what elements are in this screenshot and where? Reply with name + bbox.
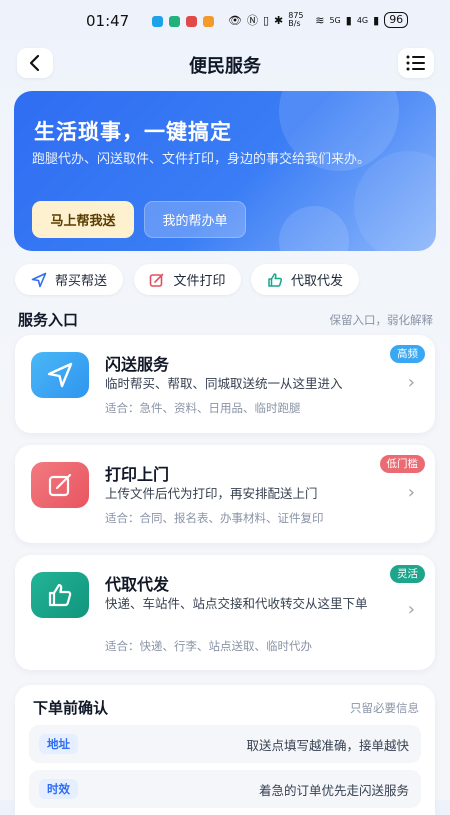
vibrate-icon: ▯	[262, 13, 270, 27]
card-title: 代取代发	[105, 575, 170, 594]
hero-title: 生活琐事，一键搞定	[34, 120, 232, 144]
chip-buy-deliver[interactable]: 帮买帮送	[15, 264, 123, 295]
confirm-row-timeliness: 时效 着急的订单优先走闪送服务	[29, 770, 421, 808]
my-orders-button[interactable]: 我的帮办单	[144, 201, 246, 238]
service-card-flash-delivery[interactable]: 闪送服务 临时帮买、帮取、同城取送统一从这里进入 适合：急件、资料、日用品、临时…	[15, 335, 435, 433]
badge-flexible: 灵活	[390, 565, 425, 583]
list-menu-icon	[406, 55, 425, 71]
chevron-right-icon: ›	[407, 482, 415, 503]
card-description: 快递、车站件、站点交接和代收转交从这里下单	[105, 596, 368, 611]
chevron-right-icon: ›	[407, 599, 415, 620]
eye-icon: 👁	[228, 13, 242, 27]
signal-icon: ▮	[373, 13, 380, 27]
chip-pickup-send[interactable]: 代取代发	[251, 264, 359, 295]
service-card-pickup-send[interactable]: 代取代发 快递、车站件、站点交接和代收转交从这里下单 适合：快递、行李、站点送取…	[15, 555, 435, 670]
card-description: 临时帮买、帮取、同城取送统一从这里进入	[105, 376, 343, 391]
nav-bar: 便民服务	[0, 44, 450, 86]
row-tag: 地址	[39, 734, 78, 754]
chip-print[interactable]: 文件打印	[134, 264, 241, 295]
status-bar: 01:47 👁 Ⓝ ▯ ✱ 875 B/s ≋ 5G ▮ 4G ▮ 96	[0, 0, 450, 44]
send-now-button[interactable]: 马上帮我送	[32, 201, 134, 238]
confirm-title: 下单前确认	[33, 699, 109, 717]
card-title: 闪送服务	[105, 355, 170, 374]
signal-2-label: 4G	[356, 15, 369, 25]
wifi-icon: ≋	[315, 13, 325, 27]
bluetooth-icon: ✱	[274, 13, 284, 27]
app-notification-icon	[169, 16, 180, 27]
row-text: 取送点填写越准确，接单越快	[246, 738, 409, 753]
thumb-up-icon	[268, 272, 283, 287]
edit-icon	[150, 273, 164, 287]
row-text: 着急的订单优先走闪送服务	[258, 783, 409, 798]
signal-icon: ▮	[345, 13, 352, 27]
card-icon-container	[31, 462, 89, 508]
nfc-icon: Ⓝ	[246, 14, 258, 27]
notification-icons	[152, 16, 214, 27]
chip-label: 文件打印	[173, 274, 226, 289]
card-title: 打印上门	[105, 465, 170, 484]
app-notification-icon	[203, 16, 214, 27]
row-tag: 时效	[39, 779, 78, 799]
battery-icon: 96	[384, 12, 409, 28]
chip-label: 代取代发	[290, 274, 343, 289]
hero-description: 跑腿代办、闪送取件、文件打印，身边的事交给我们来办。	[32, 152, 371, 167]
confirm-row-address: 地址 取送点填写越准确，接单越快	[29, 725, 421, 763]
badge-low-threshold: 低门槛	[379, 455, 425, 473]
net-speed: 875 B/s	[288, 11, 304, 28]
app-notification-icon	[186, 16, 197, 27]
send-icon	[31, 272, 47, 287]
card-meta: 适合：急件、资料、日用品、临时跑腿	[105, 401, 301, 415]
card-icon-container	[31, 352, 89, 398]
status-right: 👁 Ⓝ ▯ ✱ 875 B/s ≋ 5G ▮ 4G ▮ 96	[228, 11, 409, 28]
card-icon-container	[31, 572, 89, 618]
status-time: 01:47	[86, 12, 130, 30]
card-meta: 适合：快递、行李、站点送取、临时代办	[105, 639, 312, 653]
service-card-print-delivery[interactable]: 打印上门 上传文件后代为打印，再安排配送上门 适合：合同、报名表、办事材料、证件…	[15, 445, 435, 543]
page-title: 便民服务	[189, 56, 261, 77]
signal-1-label: 5G	[329, 15, 341, 25]
services-section-title: 服务入口	[18, 311, 79, 329]
card-meta: 适合：合同、报名表、办事材料、证件复印	[105, 511, 324, 525]
chip-label: 帮买帮送	[54, 274, 107, 289]
order-confirm-panel: 下单前确认 只留必要信息 地址 取送点填写越准确，接单越快 时效 着急的订单优先…	[15, 685, 435, 815]
chevron-right-icon: ›	[407, 372, 415, 393]
hero-banner: 生活琐事，一键搞定 跑腿代办、闪送取件、文件打印，身边的事交给我们来办。 马上帮…	[14, 91, 436, 251]
edit-icon	[48, 473, 72, 497]
thumb-up-icon	[48, 583, 72, 607]
confirm-hint: 只留必要信息	[350, 701, 419, 715]
services-section-hint: 保留入口，弱化解释	[329, 313, 434, 327]
card-description: 上传文件后代为打印，再安排配送上门	[105, 486, 318, 501]
app-notification-icon	[152, 16, 163, 27]
send-icon	[47, 362, 73, 388]
menu-button[interactable]	[398, 48, 434, 78]
badge-high-frequency: 高频	[390, 345, 425, 363]
